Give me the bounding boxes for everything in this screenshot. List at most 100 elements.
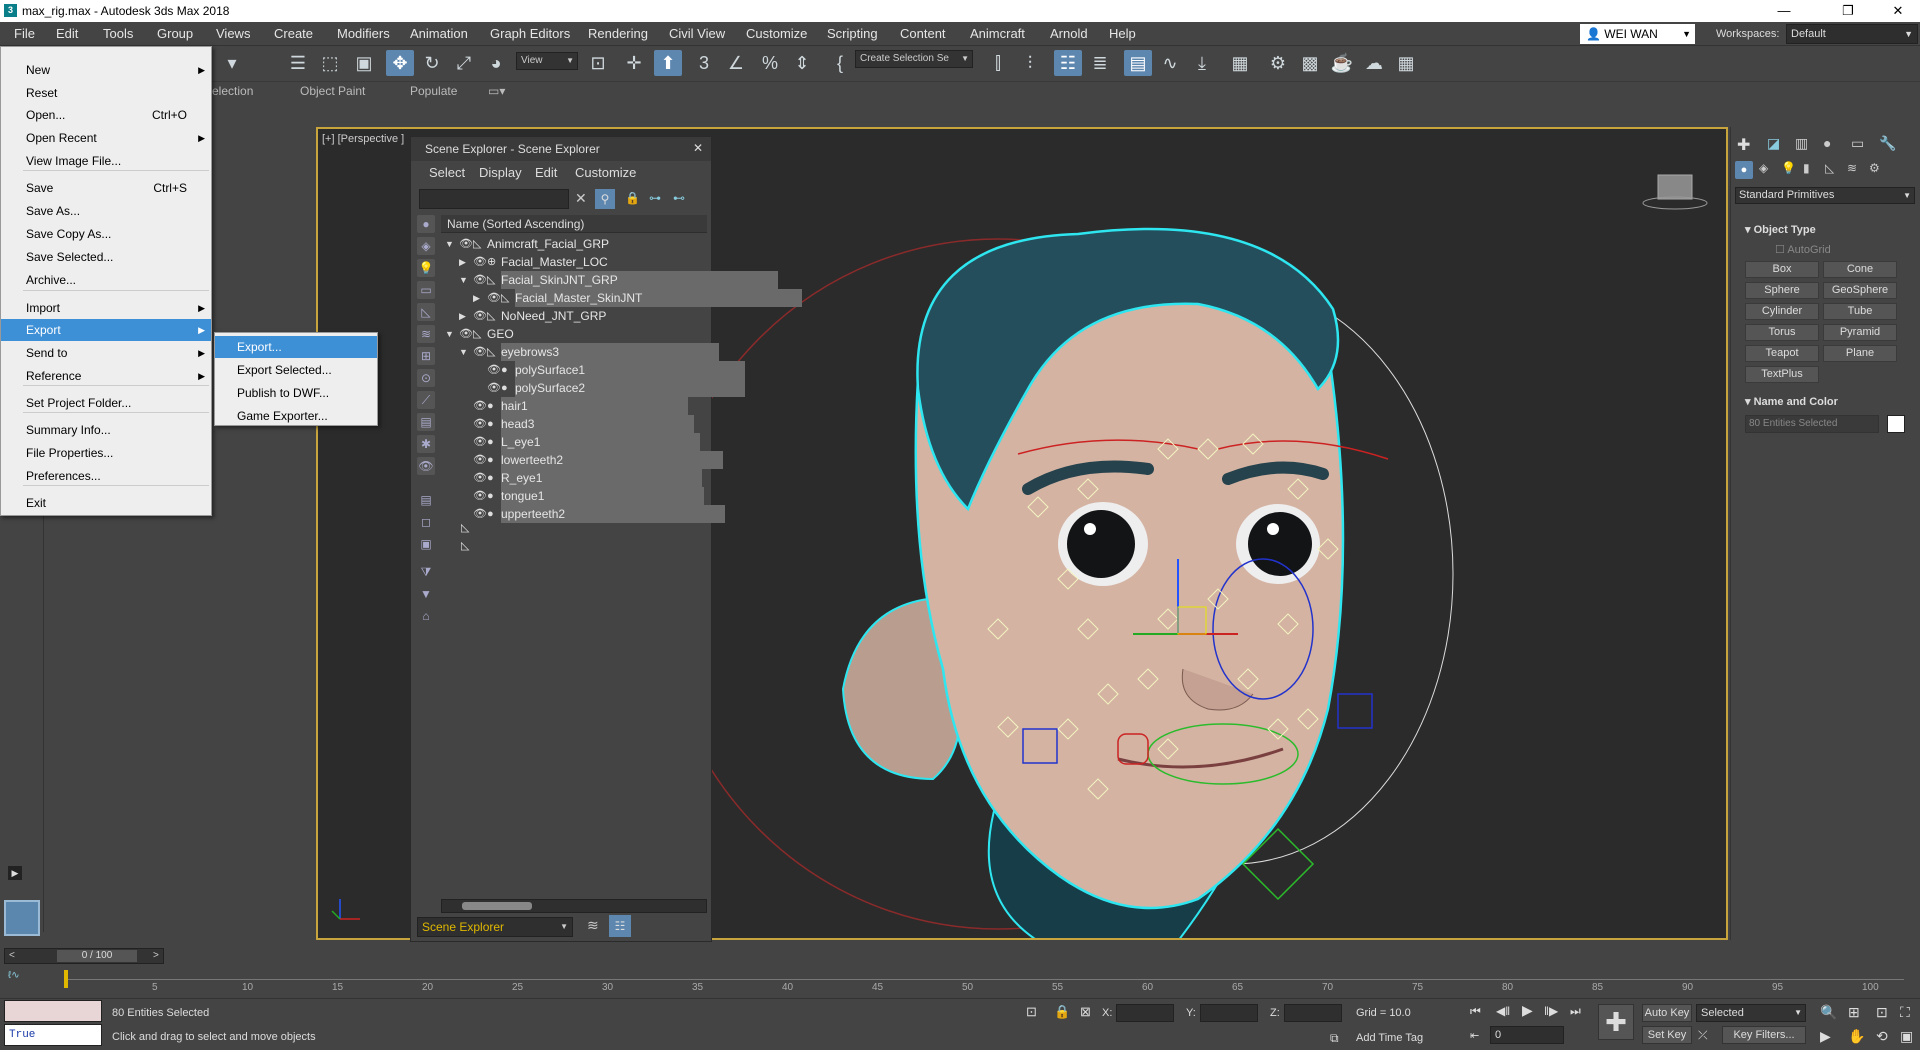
tree-expander-icon[interactable]: ▼ xyxy=(459,271,468,289)
modify-tab-icon[interactable]: ◪ xyxy=(1767,135,1780,152)
ribbon-options-icon[interactable]: ▭▾ xyxy=(488,84,505,98)
scene-explorer-panel[interactable]: Scene Explorer - Scene Explorer ✕ Select… xyxy=(410,136,803,942)
go-to-end-icon[interactable]: ⏭ xyxy=(1570,1004,1581,1019)
menu-graph-editors[interactable]: Graph Editors xyxy=(490,26,570,41)
visibility-eye-icon[interactable]: 👁 xyxy=(459,235,473,253)
zoom-extents-icon[interactable]: ⊡ xyxy=(1876,1004,1888,1021)
menu-group[interactable]: Group xyxy=(157,26,193,41)
select-by-name-icon[interactable]: ☰ xyxy=(284,50,312,76)
timeline-ruler[interactable] xyxy=(64,966,1904,980)
plane-button[interactable]: Plane xyxy=(1823,345,1897,362)
file-menu-item-set-project-folder[interactable]: Set Project Folder... xyxy=(1,392,211,414)
mirror-icon[interactable]: ⫿ xyxy=(984,50,1012,76)
spinner-snap-icon[interactable]: ⇕ xyxy=(788,50,816,76)
file-menu-item-save-selected[interactable]: Save Selected... xyxy=(1,246,211,268)
scene-tree-row[interactable]: ▶ 👁 ⊕ Facial_Master_LOC xyxy=(441,253,707,271)
file-menu-item-reset[interactable]: Reset xyxy=(1,82,211,104)
tree-expander-icon[interactable]: ▶ xyxy=(473,289,480,307)
hierarchy-tab-icon[interactable]: ▥ xyxy=(1795,135,1808,152)
angle-snap-icon[interactable]: ∠ xyxy=(722,50,750,76)
render-setup-icon[interactable]: ⚙ xyxy=(1264,50,1292,76)
object-color-swatch[interactable] xyxy=(1887,415,1905,433)
set-key-button[interactable]: Set Key xyxy=(1642,1026,1692,1044)
menu-scripting[interactable]: Scripting xyxy=(827,26,878,41)
cameras-category-icon[interactable]: ▮ xyxy=(1803,161,1810,175)
scene-tree-row[interactable]: ▼ 👁 ◺ Animcraft_Facial_GRP xyxy=(441,235,707,253)
set-keys-big-button[interactable]: ✚ xyxy=(1598,1004,1634,1040)
display-geometry-icon[interactable]: ● xyxy=(417,215,435,233)
display-particles-icon[interactable]: ✱ xyxy=(417,435,435,453)
minimize-button[interactable]: — xyxy=(1762,1,1806,21)
absolute-mode-icon[interactable]: ⊠ xyxy=(1080,1004,1091,1020)
scene-horizontal-scrollbar[interactable] xyxy=(441,899,707,913)
scene-tree-row[interactable]: ▶ 👁 ◺ NoNeed_JNT_GRP xyxy=(441,307,707,325)
scene-tree-row[interactable]: ▶ 👁 ◺ Facial_Master_SkinJNT xyxy=(441,289,803,307)
scene-tree-row[interactable]: ▼ 👁 ◺ eyebrows3 xyxy=(441,343,720,361)
file-menu-item-view-image-file[interactable]: View Image File... xyxy=(1,150,211,172)
key-filter-dropdown[interactable]: Selected ▼ xyxy=(1696,1004,1806,1022)
file-menu-item-export[interactable]: Export ▶ xyxy=(1,319,211,341)
menu-civil-view[interactable]: Civil View xyxy=(669,26,725,41)
display-shapes-icon[interactable]: ◈ xyxy=(417,237,435,255)
filter-toggle-icon[interactable]: ⧩ xyxy=(417,563,435,581)
display-bones-icon[interactable]: ⟋ xyxy=(417,391,435,409)
sphere-button[interactable]: Sphere xyxy=(1745,282,1819,299)
scene-explorer-toggle-icon[interactable]: ☷ xyxy=(1054,50,1082,76)
x-coord-field[interactable] xyxy=(1116,1004,1174,1022)
expand-arrow-icon[interactable]: ▶ xyxy=(8,866,22,880)
display-none-icon[interactable]: ▤ xyxy=(417,491,435,509)
zoom-all-icon[interactable]: ⊞ xyxy=(1848,1004,1860,1021)
file-menu-item-save-copy-as[interactable]: Save Copy As... xyxy=(1,223,211,245)
file-menu-item-new[interactable]: New ▶ xyxy=(1,59,211,81)
tube-button[interactable]: Tube xyxy=(1823,303,1897,320)
visibility-eye-icon[interactable]: 👁 xyxy=(473,451,487,469)
key-mode-icon[interactable]: ⇤ xyxy=(1470,1029,1479,1042)
scene-tree-row[interactable]: ▼ 👁 ◺ GEO xyxy=(441,325,707,343)
visibility-eye-icon[interactable]: 👁 xyxy=(473,433,487,451)
prev-key-icon[interactable]: ◀‖ xyxy=(1496,1004,1510,1018)
current-time-marker[interactable] xyxy=(64,970,68,988)
file-menu-item-exit[interactable]: Exit xyxy=(1,492,211,514)
menu-file[interactable]: File xyxy=(14,26,35,41)
collapse-hierarchy-icon[interactable]: ⊷ xyxy=(673,191,685,205)
ribbon-tab-populate[interactable]: Populate xyxy=(410,84,457,98)
ribbon-tab-selection[interactable]: election xyxy=(212,84,253,98)
time-slider-value[interactable]: 0 / 100 xyxy=(57,950,137,962)
menu-modifiers[interactable]: Modifiers xyxy=(337,26,390,41)
file-menu-item-save[interactable]: Save Ctrl+S xyxy=(1,177,211,199)
display-lights-icon[interactable]: 💡 xyxy=(417,259,435,277)
orbit-icon[interactable]: ⟲ xyxy=(1876,1028,1888,1045)
lock-icon[interactable]: 🔒 xyxy=(625,191,640,205)
render-production-icon[interactable]: ☕ xyxy=(1328,50,1356,76)
cylinder-button[interactable]: Cylinder xyxy=(1745,303,1819,320)
menu-edit[interactable]: Edit xyxy=(56,26,78,41)
reference-coord-dropdown[interactable]: View ▼ xyxy=(516,52,578,70)
motion-tab-icon[interactable]: ● xyxy=(1823,135,1831,151)
teapot-button[interactable]: Teapot xyxy=(1745,345,1819,362)
pivot-center-icon[interactable]: ⊡ xyxy=(584,50,612,76)
go-to-start-icon[interactable]: ⏮ xyxy=(1470,1004,1481,1019)
file-menu-item-send-to[interactable]: Send to ▶ xyxy=(1,342,211,364)
select-manipulate-icon[interactable]: ✛ xyxy=(620,50,648,76)
visibility-eye-icon[interactable]: 👁 xyxy=(473,415,487,433)
percent-snap-icon[interactable]: % xyxy=(756,50,784,76)
display-tab-icon[interactable]: ▭ xyxy=(1851,135,1864,152)
export-selected-menu-item[interactable]: Export Selected... xyxy=(215,359,377,381)
zoom-extents-all-icon[interactable]: ⛶ xyxy=(1900,1004,1910,1021)
object-name-field[interactable]: 80 Entities Selected xyxy=(1745,415,1879,433)
select-move-icon[interactable]: ✥ xyxy=(386,50,414,76)
tree-expander-icon[interactable]: ▼ xyxy=(445,235,454,253)
auto-key-button[interactable]: Auto Key xyxy=(1642,1004,1692,1022)
scene-tree-row[interactable]: 👁 ● R_eye1 xyxy=(441,469,707,487)
name-and-color-rollout[interactable]: ▾ Name and Color xyxy=(1745,395,1838,408)
open-mini-curve-editor-icon[interactable]: ℓ∿ xyxy=(8,970,20,981)
maximize-button[interactable]: ❐ xyxy=(1826,1,1870,21)
ribbon-tab-object-paint[interactable]: Object Paint xyxy=(300,84,365,98)
export-menu-item[interactable]: Export... xyxy=(215,336,377,358)
workspace-dropdown[interactable]: Default ▼ xyxy=(1786,24,1918,44)
scene-tree-row[interactable]: ▼ 👁 ◺ Facial_SkinJNT_GRP xyxy=(441,271,778,289)
publish-to-dwf-menu-item[interactable]: Publish to DWF... xyxy=(215,382,377,404)
textplus-button[interactable]: TextPlus xyxy=(1745,366,1819,383)
systems-category-icon[interactable]: ⚙ xyxy=(1869,161,1880,175)
visibility-eye-icon[interactable]: 👁 xyxy=(473,343,487,361)
